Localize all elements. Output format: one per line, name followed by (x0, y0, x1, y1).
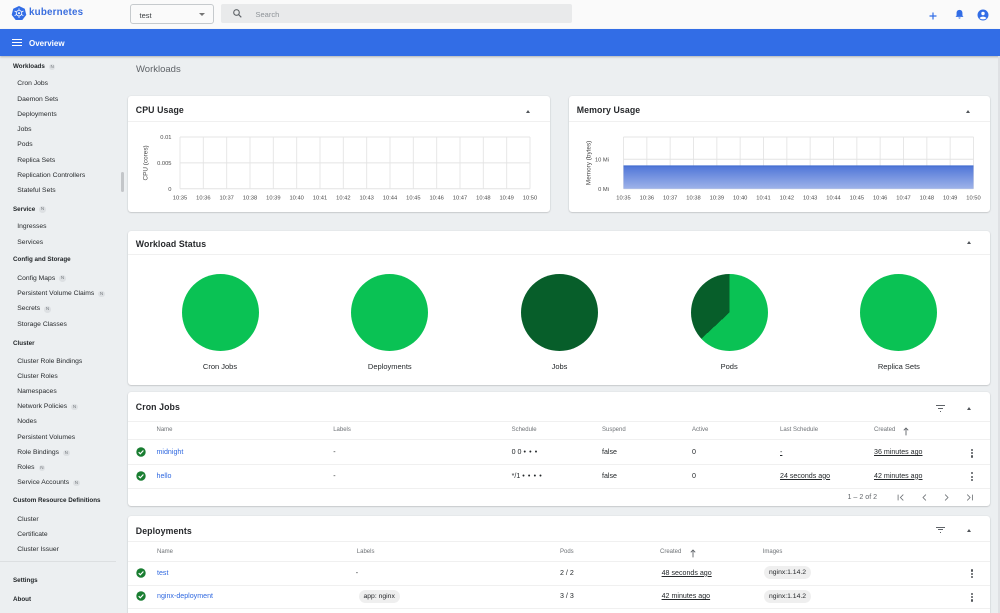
svg-text:10:36: 10:36 (196, 195, 210, 201)
svg-text:0 Mi: 0 Mi (598, 187, 609, 193)
svg-text:10:40: 10:40 (733, 195, 747, 201)
svg-text:10:48: 10:48 (920, 195, 934, 201)
svg-text:CPU (cores): CPU (cores) (143, 145, 150, 180)
svg-text:10:49: 10:49 (499, 195, 513, 201)
svg-text:10 Mi: 10 Mi (595, 157, 609, 163)
svg-text:0: 0 (168, 187, 171, 193)
svg-text:10:35: 10:35 (616, 195, 630, 201)
svg-text:10:46: 10:46 (429, 195, 443, 201)
svg-text:10:50: 10:50 (966, 195, 980, 201)
svg-text:10:42: 10:42 (336, 195, 350, 201)
svg-text:10:38: 10:38 (243, 195, 257, 201)
svg-text:10:42: 10:42 (780, 195, 794, 201)
svg-text:10:38: 10:38 (686, 195, 700, 201)
svg-text:0.01: 0.01 (160, 135, 171, 141)
svg-text:10:43: 10:43 (803, 195, 817, 201)
svg-text:10:50: 10:50 (523, 195, 537, 201)
svg-text:10:37: 10:37 (219, 195, 233, 201)
svg-text:10:37: 10:37 (663, 195, 677, 201)
svg-text:10:47: 10:47 (453, 195, 467, 201)
svg-text:10:35: 10:35 (173, 195, 187, 201)
svg-text:10:36: 10:36 (640, 195, 654, 201)
svg-text:10:43: 10:43 (359, 195, 373, 201)
svg-text:Memory (bytes): Memory (bytes) (586, 141, 593, 185)
svg-text:10:44: 10:44 (383, 195, 398, 201)
svg-text:10:45: 10:45 (850, 195, 864, 201)
svg-text:10:39: 10:39 (266, 195, 280, 201)
svg-text:10:40: 10:40 (289, 195, 303, 201)
svg-text:10:48: 10:48 (476, 195, 490, 201)
svg-text:10:47: 10:47 (896, 195, 910, 201)
svg-text:10:45: 10:45 (406, 195, 420, 201)
svg-text:10:41: 10:41 (756, 195, 770, 201)
svg-text:0.005: 0.005 (157, 161, 171, 167)
svg-text:10:46: 10:46 (873, 195, 887, 201)
svg-text:10:41: 10:41 (313, 195, 327, 201)
svg-text:10:44: 10:44 (826, 195, 841, 201)
svg-text:10:39: 10:39 (710, 195, 724, 201)
svg-text:10:49: 10:49 (943, 195, 957, 201)
